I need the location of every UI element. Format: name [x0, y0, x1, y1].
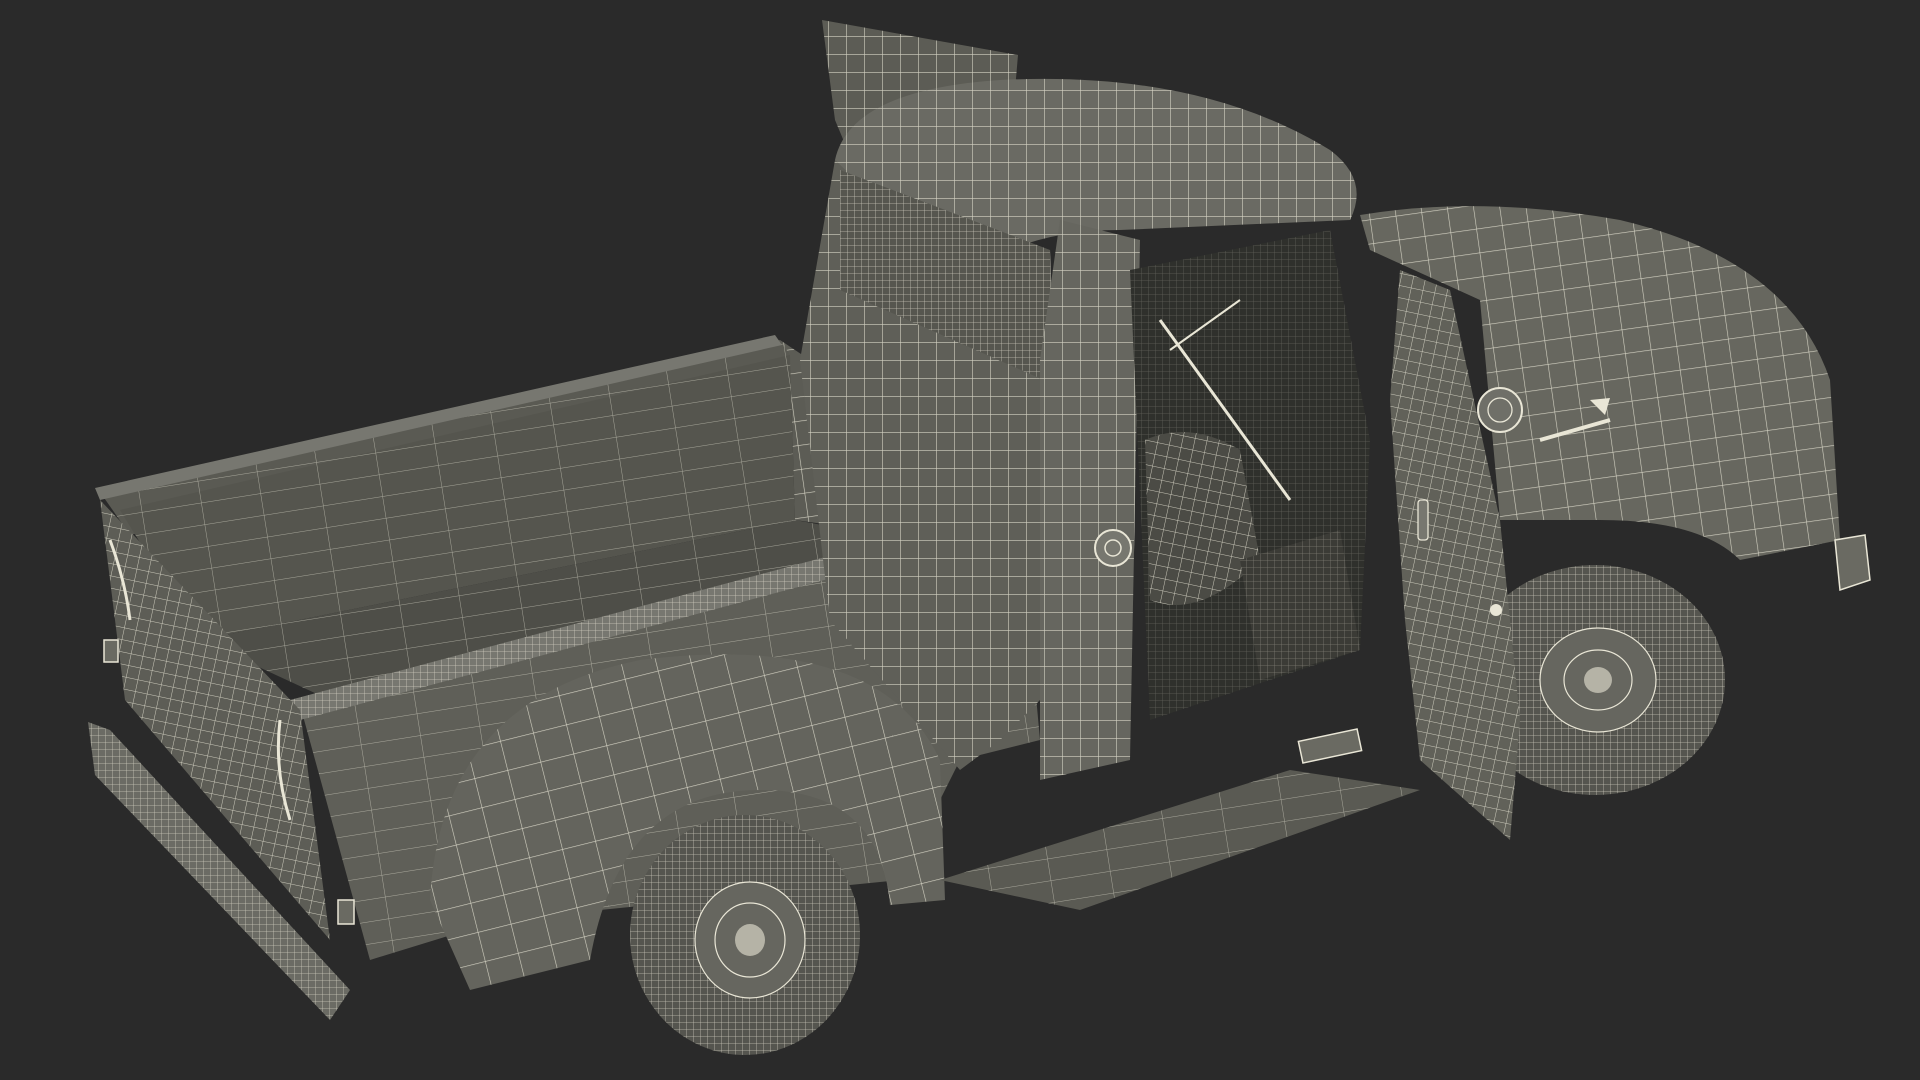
tail-light-right — [337, 899, 355, 925]
render-viewport — [0, 0, 1920, 1080]
cab-interior — [1130, 230, 1370, 720]
truck-wireframe-scene — [88, 20, 1871, 1055]
running-board — [940, 728, 1420, 910]
step-plate — [1297, 728, 1363, 764]
rear-wheel — [630, 815, 860, 1055]
front-bumper — [1834, 534, 1871, 592]
door-handle-icon — [1417, 499, 1429, 541]
tail-light-left — [103, 639, 119, 663]
fuel-cap-icon — [1094, 529, 1132, 567]
headlight — [1477, 387, 1523, 433]
